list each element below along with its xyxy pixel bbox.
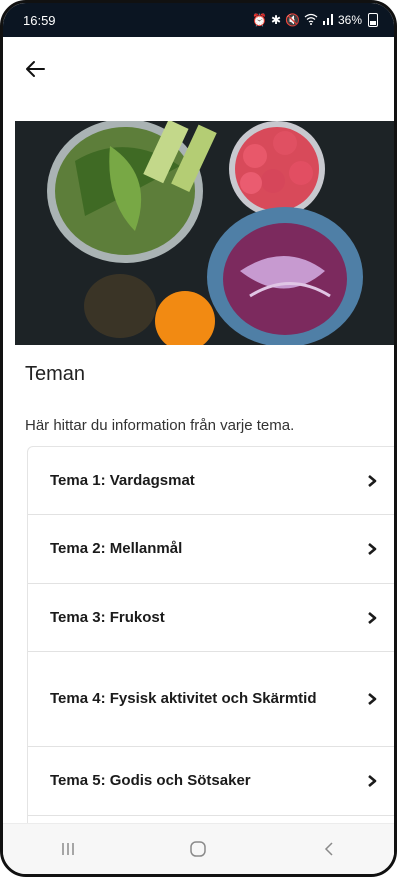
topic-item-3[interactable]: Tema 3: Frukost [28,584,394,652]
section-title: Teman [25,363,86,385]
topic-label: Tema 1: Vardagsmat [50,471,195,489]
home-icon [190,841,207,857]
topic-item-4[interactable]: Tema 4: Fysisk aktivitet och Skärmtid [28,652,394,747]
chevron-right-icon [366,542,378,556]
home-button[interactable] [178,834,218,864]
chevron-right-icon [366,474,378,488]
back-button[interactable] [17,51,53,87]
battery-percent: 36% [337,13,362,27]
topic-label: Tema 4: Fysisk aktivitet och Skärmtid [50,690,317,707]
system-nav-bar [3,823,394,874]
back-nav-button[interactable] [309,834,349,864]
battery-icon [368,13,378,27]
topic-list: Tema 1: Vardagsmat Tema 2: Mellanmål Tem… [27,446,394,856]
status-bar: 16:59 ⏰ ✱ 🔇 36% [3,3,394,37]
chevron-right-icon [366,611,378,625]
wifi-icon [304,13,318,28]
mute-icon: 🔇 [285,13,300,27]
chevron-right-icon [366,774,378,788]
topic-label: Tema 5: Godis och Sötsaker [50,772,251,789]
hero-image [15,121,394,345]
section-description: Här hittar du information från varje tem… [25,417,295,434]
recent-apps-icon [62,843,74,855]
phone-screen: 16:59 ⏰ ✱ 🔇 36% Teman Här hittar du info… [0,0,397,877]
signal-icon [322,13,334,28]
status-time: 16:59 [23,12,56,28]
back-nav-icon [324,842,333,856]
topic-item-1[interactable]: Tema 1: Vardagsmat [28,447,394,515]
chevron-right-icon [366,692,378,706]
bluetooth-icon: ✱ [270,13,282,27]
recent-apps-button[interactable] [48,834,88,864]
arrow-left-icon [26,61,45,77]
topic-label: Tema 2: Mellanmål [50,540,183,557]
status-icons: ⏰ ✱ 🔇 36% [252,13,378,28]
topic-item-2[interactable]: Tema 2: Mellanmål [28,515,394,584]
topic-label: Tema 3: Frukost [50,608,165,626]
alarm-icon: ⏰ [252,13,267,27]
topic-item-5[interactable]: Tema 5: Godis och Sötsaker [28,747,394,816]
app-bar [3,37,394,109]
